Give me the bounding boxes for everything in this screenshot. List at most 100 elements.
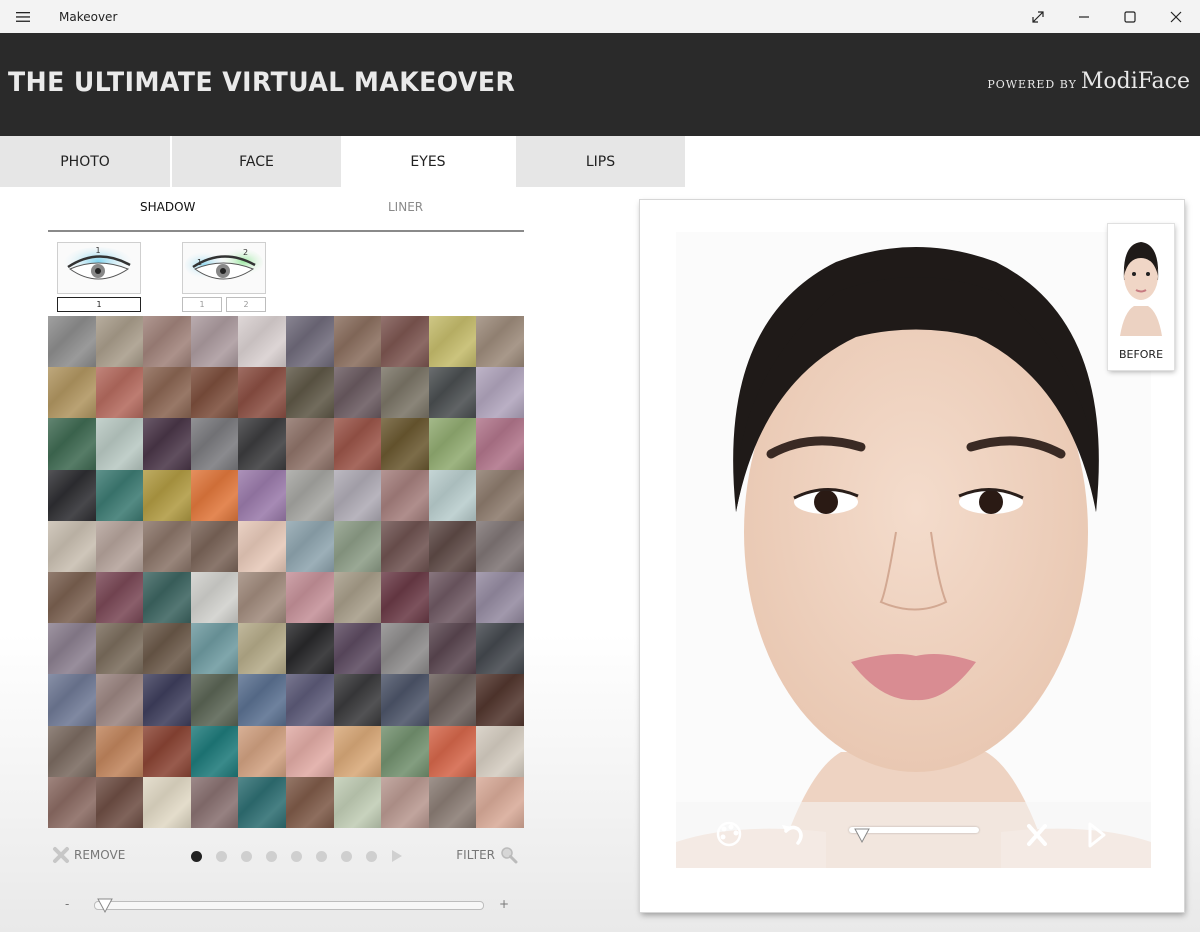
eyeshadow-swatch[interactable]	[428, 623, 477, 675]
eyeshadow-swatch[interactable]	[143, 674, 191, 726]
eyeshadow-swatch[interactable]	[95, 469, 144, 521]
eyeshadow-swatch[interactable]	[95, 776, 144, 828]
eyeshadow-swatch[interactable]	[428, 367, 477, 419]
eyeshadow-swatch[interactable]	[428, 674, 477, 726]
eyeshadow-swatch[interactable]	[143, 316, 191, 368]
eyeshadow-swatch[interactable]	[48, 674, 96, 726]
eyeshadow-swatch[interactable]	[428, 520, 477, 572]
subtab-shadow[interactable]: SHADOW	[140, 200, 195, 214]
eyeshadow-swatch[interactable]	[95, 623, 144, 675]
eyeshadow-swatch[interactable]	[476, 418, 524, 470]
intensity-minus[interactable]: -	[65, 897, 69, 911]
eyeshadow-swatch[interactable]	[428, 776, 477, 828]
pager-dot[interactable]	[291, 850, 302, 862]
eyeshadow-swatch[interactable]	[333, 520, 382, 572]
eyeshadow-swatch[interactable]	[95, 316, 144, 368]
eyeshadow-swatch[interactable]	[190, 316, 239, 368]
eyeshadow-swatch[interactable]	[333, 367, 382, 419]
eyeshadow-swatch[interactable]	[238, 418, 286, 470]
eyeshadow-swatch[interactable]	[48, 520, 96, 572]
eyeshadow-swatch[interactable]	[48, 418, 96, 470]
eyeshadow-swatch[interactable]	[143, 469, 191, 521]
eyeshadow-swatch[interactable]	[333, 418, 382, 470]
eyeshadow-swatch[interactable]	[238, 469, 286, 521]
intensity-track[interactable]	[94, 901, 484, 910]
tab-face[interactable]: FACE	[172, 136, 341, 187]
minimize-icon[interactable]	[1061, 0, 1107, 33]
eyeshadow-swatch[interactable]	[285, 572, 334, 624]
eyeshadow-swatch[interactable]	[476, 572, 524, 624]
eyeshadow-swatch[interactable]	[190, 776, 239, 828]
eyeshadow-swatch[interactable]	[95, 572, 144, 624]
eyeshadow-swatch[interactable]	[238, 725, 286, 777]
eyeshadow-swatch[interactable]	[238, 316, 286, 368]
eyeshadow-swatch[interactable]	[143, 725, 191, 777]
eyeshadow-swatch[interactable]	[476, 725, 524, 777]
subtab-liner[interactable]: LINER	[388, 200, 423, 214]
style-1-slot-1[interactable]: 1	[57, 297, 141, 312]
eyeshadow-swatch[interactable]	[381, 520, 429, 572]
eyeshadow-swatch[interactable]	[285, 725, 334, 777]
eyeshadow-swatch[interactable]	[381, 572, 429, 624]
eyeshadow-swatch[interactable]	[190, 520, 239, 572]
play-arrow-icon[interactable]	[391, 849, 403, 863]
eyeshadow-swatch[interactable]	[476, 776, 524, 828]
intensity-plus[interactable]: +	[499, 897, 509, 911]
eyeshadow-swatch[interactable]	[381, 776, 429, 828]
eyeshadow-swatch[interactable]	[428, 316, 477, 368]
discard-x-icon[interactable]	[1024, 822, 1050, 848]
undo-icon[interactable]	[778, 819, 808, 849]
eyeshadow-swatch[interactable]	[285, 623, 334, 675]
style-2-thumbnail[interactable]: 1 2	[182, 242, 266, 294]
remove-button[interactable]: REMOVE	[52, 846, 125, 864]
eyeshadow-swatch[interactable]	[143, 367, 191, 419]
pager-dot[interactable]	[266, 850, 277, 862]
eyeshadow-swatch[interactable]	[48, 316, 96, 368]
eyeshadow-swatch[interactable]	[95, 418, 144, 470]
eyeshadow-swatch[interactable]	[381, 623, 429, 675]
intensity-slider[interactable]: - +	[60, 896, 520, 916]
eyeshadow-swatch[interactable]	[190, 572, 239, 624]
palette-icon[interactable]	[714, 819, 744, 849]
eyeshadow-swatch[interactable]	[95, 367, 144, 419]
eyeshadow-swatch[interactable]	[381, 725, 429, 777]
eyeshadow-swatch[interactable]	[333, 572, 382, 624]
close-icon[interactable]	[1153, 0, 1199, 33]
eyeshadow-swatch[interactable]	[238, 572, 286, 624]
eyeshadow-swatch[interactable]	[95, 725, 144, 777]
eyeshadow-swatch[interactable]	[190, 623, 239, 675]
eyeshadow-swatch[interactable]	[476, 623, 524, 675]
eyeshadow-swatch[interactable]	[48, 469, 96, 521]
tab-photo[interactable]: PHOTO	[0, 136, 170, 187]
eyeshadow-swatch[interactable]	[143, 623, 191, 675]
eyeshadow-swatch[interactable]	[143, 520, 191, 572]
pager-dot[interactable]	[341, 850, 352, 862]
eyeshadow-swatch[interactable]	[238, 520, 286, 572]
eyeshadow-swatch[interactable]	[95, 520, 144, 572]
eyeshadow-swatch[interactable]	[333, 469, 382, 521]
pager-dot[interactable]	[191, 850, 202, 862]
pager-dot[interactable]	[366, 850, 377, 862]
maximize-icon[interactable]	[1107, 0, 1153, 33]
style-1-thumbnail[interactable]: 1	[57, 242, 141, 294]
eyeshadow-swatch[interactable]	[476, 367, 524, 419]
eyeshadow-swatch[interactable]	[476, 520, 524, 572]
eyeshadow-swatch[interactable]	[143, 418, 191, 470]
eyeshadow-swatch[interactable]	[143, 572, 191, 624]
eyeshadow-swatch[interactable]	[381, 418, 429, 470]
eyeshadow-swatch[interactable]	[285, 418, 334, 470]
eyeshadow-swatch[interactable]	[48, 725, 96, 777]
eyeshadow-swatch[interactable]	[285, 674, 334, 726]
eyeshadow-swatch[interactable]	[48, 367, 96, 419]
eyeshadow-swatch[interactable]	[333, 674, 382, 726]
eyeshadow-swatch[interactable]	[143, 776, 191, 828]
eyeshadow-swatch[interactable]	[190, 367, 239, 419]
eyeshadow-swatch[interactable]	[48, 623, 96, 675]
eyeshadow-swatch[interactable]	[190, 418, 239, 470]
eyeshadow-swatch[interactable]	[428, 572, 477, 624]
eyeshadow-swatch[interactable]	[190, 725, 239, 777]
pager-dot[interactable]	[241, 850, 252, 862]
filter-button[interactable]: FILTER	[456, 846, 518, 864]
eyeshadow-swatch[interactable]	[476, 469, 524, 521]
eyeshadow-swatch[interactable]	[333, 623, 382, 675]
